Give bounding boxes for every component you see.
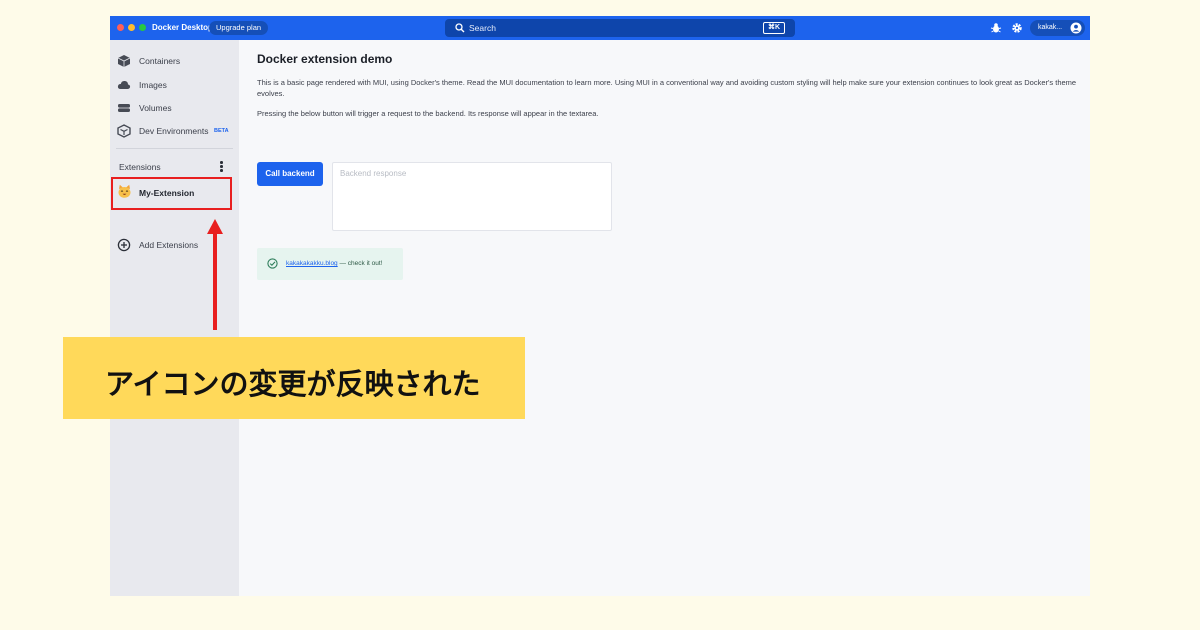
sidebar-item-dev-environments[interactable]: Dev Environments BETA (110, 122, 239, 140)
sidebar-item-label: Images (139, 80, 167, 90)
search-icon (455, 23, 465, 33)
avatar-icon (1070, 22, 1082, 34)
gear-icon[interactable] (1011, 22, 1023, 34)
sidebar-item-label: Containers (139, 56, 181, 66)
call-backend-button[interactable]: Call backend (257, 162, 323, 186)
user-name: kakak... (1038, 24, 1063, 31)
intro-paragraph: This is a basic page rendered with MUI, … (257, 78, 1077, 98)
app-title: Docker Desktop (152, 23, 213, 32)
instruction-paragraph: Pressing the below button will trigger a… (257, 109, 599, 118)
search-bar[interactable]: Search ⌘K (445, 19, 795, 37)
account-menu[interactable]: kakak... (1030, 20, 1085, 36)
minimize-window-button[interactable] (128, 24, 135, 31)
bug-icon[interactable] (990, 22, 1002, 34)
sidebar-item-label: Dev Environments (139, 126, 209, 136)
more-options-icon[interactable] (220, 161, 224, 173)
upgrade-plan-button[interactable]: Upgrade plan (209, 21, 269, 35)
extensions-header: Extensions (119, 162, 161, 172)
sidebar-item-volumes[interactable]: Volumes (110, 99, 239, 117)
check-circle-icon (267, 258, 278, 269)
add-circle-icon (117, 238, 131, 252)
annotation-banner-text: アイコンの変更が反映された (105, 367, 481, 401)
extension-content: Docker extension demo This is a basic pa… (239, 40, 1090, 596)
backend-response-textarea[interactable] (332, 162, 612, 231)
sidebar-item-images[interactable]: Images (110, 76, 239, 94)
beta-badge: BETA (214, 128, 229, 134)
add-extensions-label: Add Extensions (139, 240, 199, 250)
annotation-banner: アイコンの変更が反映された (63, 337, 525, 419)
annotation-arrow-shaft (213, 232, 217, 330)
alert-suffix: — check it out! (337, 260, 383, 267)
docker-desktop-window: Docker Desktop Upgrade plan Search ⌘K ka… (110, 16, 1090, 596)
container-icon (117, 55, 131, 67)
alert-message: kakakakakku.blog — check it out! (286, 260, 382, 267)
volume-icon (118, 104, 130, 112)
page-title: Docker extension demo (257, 52, 393, 66)
search-placeholder: Search (469, 23, 496, 33)
sidebar: Containers Images Volumes Dev Environmen… (110, 40, 239, 596)
sidebar-divider (116, 148, 233, 149)
dev-env-icon (117, 124, 131, 138)
success-alert: kakakakakku.blog — check it out! (257, 248, 403, 280)
maximize-window-button[interactable] (139, 24, 146, 31)
cloud-icon (117, 80, 131, 89)
close-window-button[interactable] (117, 24, 124, 31)
blog-link[interactable]: kakakakakku.blog (286, 260, 338, 267)
add-extensions-button[interactable]: Add Extensions (110, 236, 239, 254)
titlebar: Docker Desktop Upgrade plan Search ⌘K ka… (110, 16, 1090, 40)
sidebar-item-label: Volumes (139, 103, 172, 113)
sidebar-item-containers[interactable]: Containers (110, 52, 239, 70)
highlight-box (111, 177, 232, 210)
search-shortcut: ⌘K (762, 22, 785, 34)
